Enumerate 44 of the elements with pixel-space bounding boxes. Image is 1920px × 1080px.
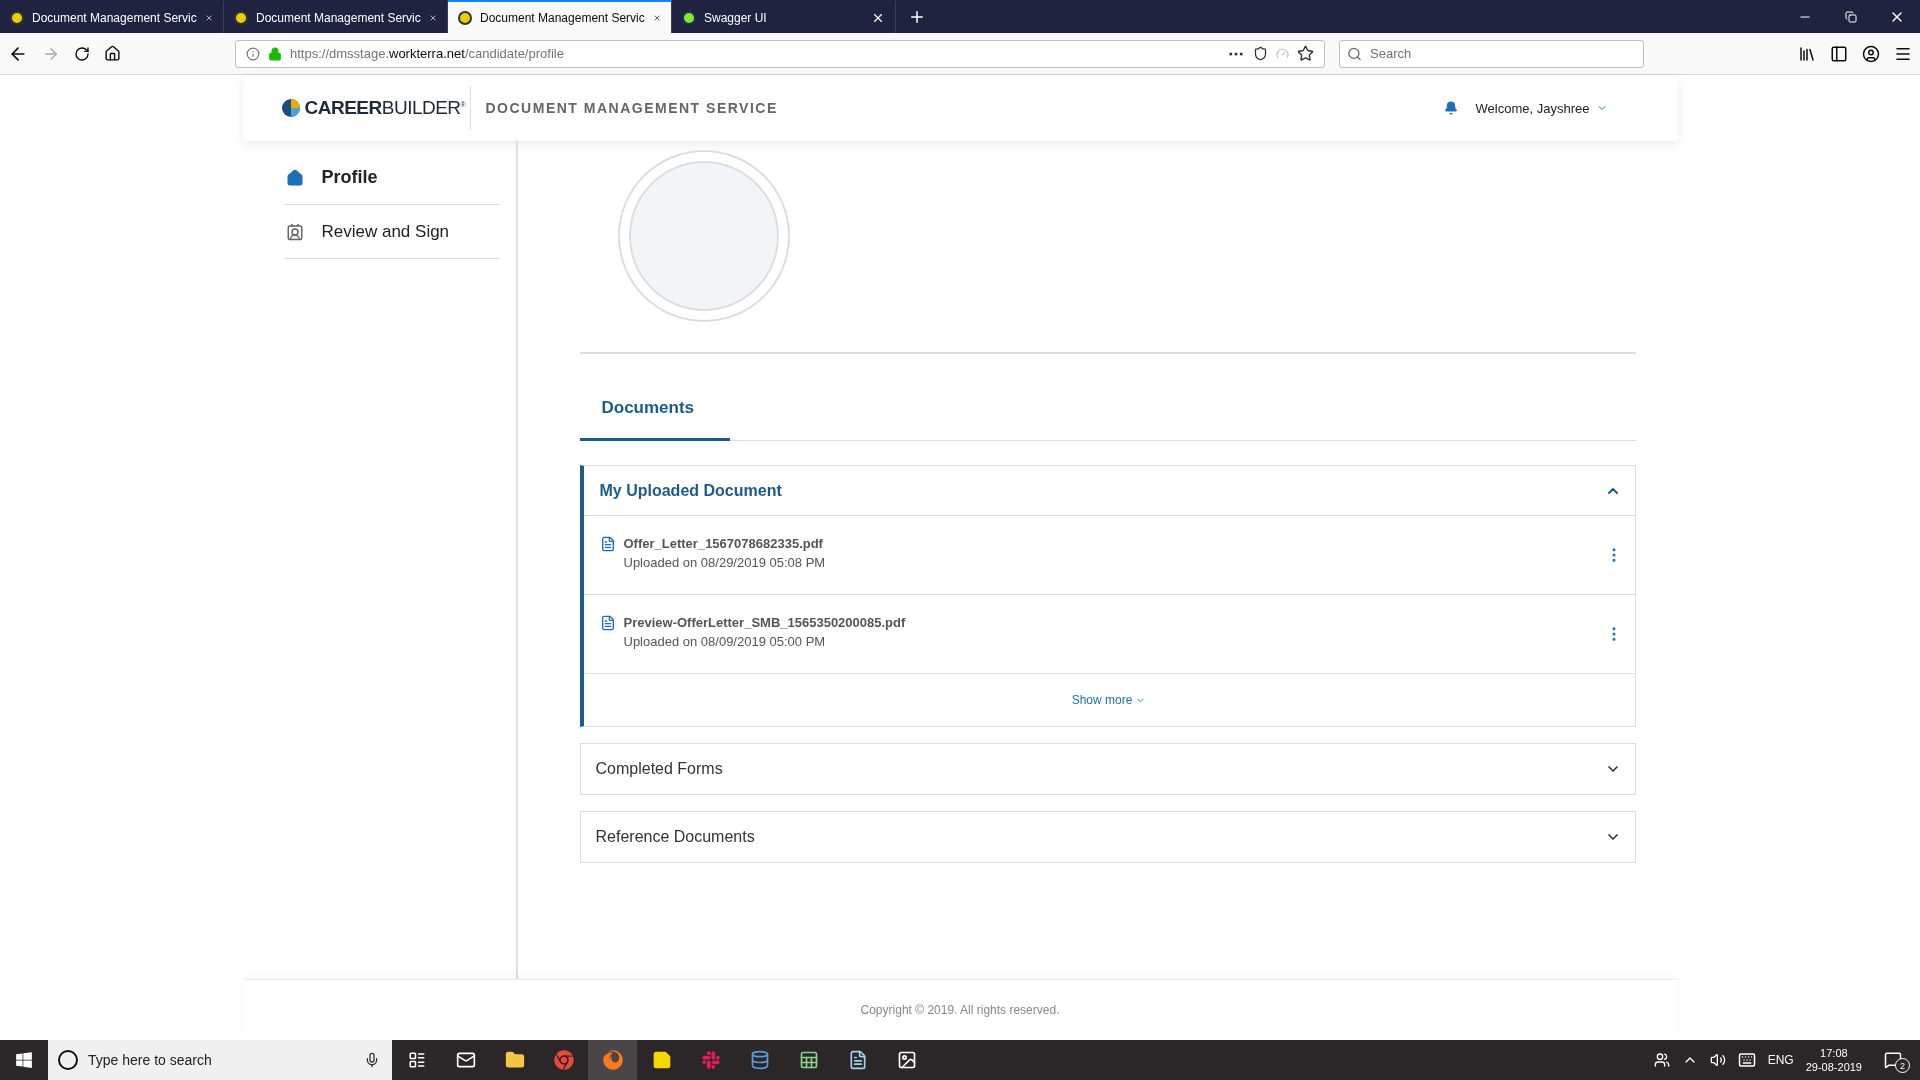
sidebar-item[interactable]: Profile <box>283 151 500 205</box>
id-badge-icon <box>285 222 304 241</box>
account-icon[interactable] <box>1862 44 1880 63</box>
info-icon[interactable] <box>246 46 260 61</box>
pdf-file-icon <box>599 536 616 552</box>
sidebar-item[interactable]: Review and Sign <box>283 205 500 259</box>
accordion-header[interactable]: Completed Forms <box>595 760 1605 778</box>
language-indicator[interactable]: ENG <box>1767 1053 1794 1067</box>
sidebar-icon[interactable] <box>1830 44 1848 63</box>
pdf-file-icon <box>599 615 616 631</box>
accordion-header[interactable]: Reference Documents <box>595 828 1605 846</box>
lock-icon[interactable] <box>268 46 282 61</box>
app-title: DOCUMENT MANAGEMENT SERVICE <box>469 86 778 130</box>
search-icon <box>1347 46 1362 61</box>
browser-tab[interactable]: Document Management Servic <box>448 0 672 33</box>
upload-date: Uploaded on 08/29/2019 05:08 PM <box>623 555 827 570</box>
tab[interactable]: Documents <box>579 398 730 441</box>
volume-icon[interactable] <box>1709 1052 1726 1068</box>
show-more-link[interactable]: Show more <box>1071 693 1133 707</box>
accordion-header[interactable]: My Uploaded Document <box>599 481 1605 500</box>
taskbar-search-field[interactable]: Type here to search <box>48 1040 392 1080</box>
document-name[interactable]: Preview-OfferLetter_SMB_1565350200085.pdf <box>623 615 1597 630</box>
people-icon[interactable] <box>1653 1052 1670 1068</box>
keyboard-icon[interactable] <box>1737 1051 1756 1069</box>
upload-date: Uploaded on 08/09/2019 05:00 PM <box>623 634 827 649</box>
search-field[interactable]: Search <box>1339 39 1644 68</box>
document-name[interactable]: Offer_Letter_1567078682335.pdf <box>623 536 1597 551</box>
site-icon <box>234 10 248 25</box>
user-menu[interactable]: Welcome, Jayshree <box>1475 100 1590 116</box>
firefox-icon[interactable] <box>588 1040 637 1080</box>
copyright-text: Copyright © 2019. All rights reserved. <box>860 1003 1060 1017</box>
cortana-circle-icon[interactable] <box>58 1050 78 1070</box>
clock[interactable]: 17:08 29-08-2019 <box>1805 1047 1862 1073</box>
bookmark-star-icon[interactable] <box>1297 45 1314 62</box>
site-icon <box>458 10 472 25</box>
home-icon[interactable] <box>104 45 121 62</box>
microphone-icon[interactable] <box>364 1052 380 1068</box>
site-icon <box>10 10 24 25</box>
home-icon <box>285 168 304 187</box>
logo: CAREERBUILDER$^{®}$ <box>242 97 470 119</box>
bell-icon[interactable] <box>1443 101 1458 115</box>
reload-icon[interactable] <box>74 45 90 62</box>
restore-icon[interactable] <box>1845 10 1857 23</box>
library-icon[interactable] <box>1798 44 1816 63</box>
